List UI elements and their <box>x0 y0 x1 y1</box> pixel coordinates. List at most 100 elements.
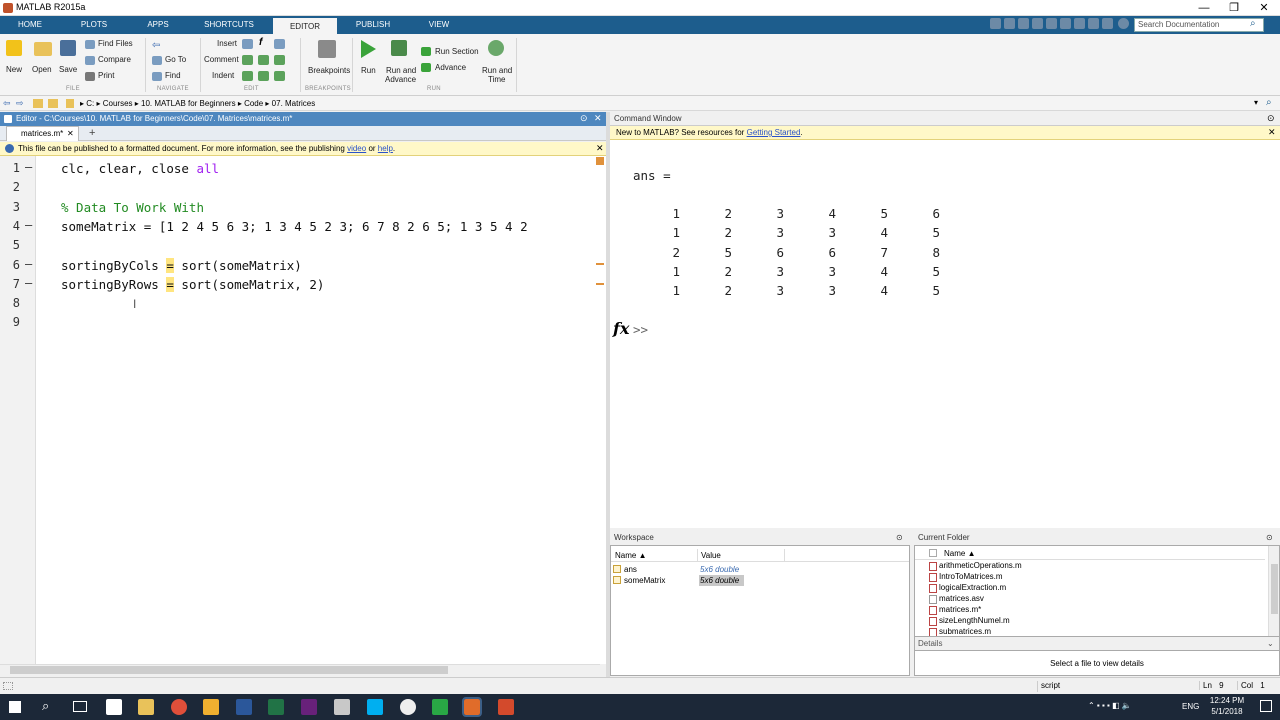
matlab-taskbar-icon[interactable] <box>462 697 482 717</box>
vertical-scrollbar[interactable] <box>1268 546 1279 636</box>
uncomment-icon[interactable] <box>258 55 269 65</box>
redo-quick-icon[interactable] <box>1074 18 1085 29</box>
workspace-col-value[interactable]: Value <box>701 551 721 560</box>
forward-icon[interactable]: ⇨ <box>16 98 24 109</box>
fx-insert-icon[interactable]: f <box>259 37 262 48</box>
close-editor-icon[interactable]: ✕ <box>594 113 602 124</box>
breakpoint-dash[interactable]: – <box>25 160 32 174</box>
new-tab-icon[interactable]: + <box>89 127 95 139</box>
command-options-icon[interactable]: ⊙ <box>1267 113 1275 124</box>
close-notice-icon[interactable]: ✕ <box>1268 127 1276 138</box>
tab-matrices[interactable]: matrices.m* ✕ <box>6 126 79 141</box>
increase-indent-icon[interactable] <box>258 71 269 81</box>
folder-options-icon[interactable]: ⊙ <box>1266 531 1273 544</box>
compare-button[interactable]: Compare <box>85 55 140 67</box>
tab-plots[interactable]: PLOTS <box>62 16 126 34</box>
workspace-options-icon[interactable]: ⊙ <box>896 531 903 544</box>
clock-date[interactable]: 5/1/2018 <box>1207 707 1247 716</box>
tab-editor[interactable]: EDITOR <box>273 16 337 34</box>
maximize-button[interactable]: ❐ <box>1220 0 1248 16</box>
close-notice-icon[interactable]: ✕ <box>596 143 604 154</box>
tab-apps[interactable]: APPS <box>132 16 184 34</box>
command-prompt[interactable]: >> <box>633 322 648 337</box>
language-indicator[interactable]: ENG <box>1182 702 1199 711</box>
community-icon[interactable] <box>1102 18 1113 29</box>
new-button[interactable]: New <box>4 38 24 74</box>
scrollbar-thumb[interactable] <box>1271 564 1278 614</box>
chrome-icon[interactable] <box>171 699 187 715</box>
search-folder-icon[interactable]: ⌕ <box>1266 97 1272 108</box>
run-section-button[interactable]: Run Section <box>421 46 481 58</box>
back-icon[interactable]: ⇦ <box>3 98 11 109</box>
list-item[interactable]: logicalExtraction.m <box>915 583 1265 594</box>
decrease-indent-icon[interactable] <box>274 71 285 81</box>
find-files-button[interactable]: Find Files <box>85 39 140 51</box>
back-arrow-icon[interactable]: ⇦ <box>152 40 162 51</box>
windows-start-icon[interactable] <box>9 701 21 713</box>
visual-studio-icon[interactable] <box>301 699 317 715</box>
run-and-time-button[interactable]: Run and Time <box>480 38 512 84</box>
search-documentation-input[interactable]: Search Documentation <box>1134 18 1264 32</box>
help-link[interactable]: help <box>378 144 393 153</box>
code-analyzer-indicator[interactable] <box>596 157 604 165</box>
table-row[interactable]: ans 5x6 double <box>611 564 909 575</box>
breakpoints-button[interactable]: Breakpoints <box>306 38 350 82</box>
editor-options-icon[interactable]: ⊙ <box>580 113 588 124</box>
list-item[interactable]: matrices.m* <box>915 605 1265 616</box>
mail-icon[interactable] <box>106 699 122 715</box>
minimize-button[interactable]: — <box>1190 0 1218 16</box>
address-dropdown-icon[interactable]: ▾ <box>1254 98 1258 107</box>
clock-time[interactable]: 12:24 PM <box>1207 696 1247 705</box>
run-and-advance-button[interactable]: Run and Advance <box>384 38 416 84</box>
word-icon[interactable] <box>236 699 252 715</box>
browse-folder-icon[interactable] <box>48 99 58 108</box>
workspace-col-name[interactable]: Name ▲ <box>615 551 646 560</box>
save-quick-icon[interactable] <box>1004 18 1015 29</box>
notifications-icon[interactable] <box>1260 700 1272 712</box>
comment-icon[interactable] <box>242 55 253 65</box>
camtasia-icon[interactable] <box>432 699 448 715</box>
run-button[interactable]: Run <box>358 38 380 82</box>
tab-home[interactable]: HOME <box>8 16 52 34</box>
app-icon[interactable] <box>334 699 350 715</box>
go-to-button[interactable]: Go To <box>152 55 202 67</box>
skype-icon[interactable] <box>367 699 383 715</box>
insert-section-icon[interactable] <box>242 39 253 49</box>
obs-icon[interactable] <box>400 699 416 715</box>
cut-quick-icon[interactable] <box>1018 18 1029 29</box>
excel-icon[interactable] <box>268 699 284 715</box>
paste-quick-icon[interactable] <box>1046 18 1057 29</box>
file-explorer-icon[interactable] <box>138 699 154 715</box>
advance-button[interactable]: Advance <box>421 62 473 74</box>
close-tab-icon[interactable]: ✕ <box>67 127 74 141</box>
video-link[interactable]: video <box>347 144 366 153</box>
help-icon[interactable] <box>1118 18 1129 29</box>
switch-windows-icon[interactable] <box>1088 18 1099 29</box>
print-button[interactable]: Print <box>85 71 140 83</box>
scrollbar-thumb[interactable] <box>10 666 448 674</box>
search-icon[interactable]: ⌕ <box>42 698 49 714</box>
list-item[interactable]: submatrices.m <box>915 627 1265 636</box>
details-header[interactable]: Details ⌄ <box>914 637 1280 650</box>
breadcrumb-matrices[interactable]: 07. Matrices <box>272 99 316 108</box>
chevron-down-icon[interactable]: ⌄ <box>1267 637 1274 650</box>
command-window[interactable] <box>610 140 1280 528</box>
smart-indent-icon[interactable] <box>242 71 253 81</box>
app-icon[interactable] <box>498 699 514 715</box>
breakpoint-dash[interactable]: – <box>25 257 32 271</box>
quick-access-icon[interactable] <box>990 18 1001 29</box>
list-item[interactable]: IntroToMatrices.m <box>915 572 1265 583</box>
insert-menu-icon[interactable] <box>274 39 285 49</box>
close-window-button[interactable]: ✕ <box>1250 0 1278 16</box>
tab-shortcuts[interactable]: SHORTCUTS <box>196 16 262 34</box>
breadcrumb-drive[interactable]: C: <box>86 99 94 108</box>
warning-marker[interactable] <box>596 263 604 265</box>
task-view-icon[interactable] <box>73 701 87 712</box>
breakpoint-dash[interactable]: – <box>25 218 32 232</box>
list-item[interactable]: arithmeticOperations.m <box>915 561 1265 572</box>
open-button[interactable]: Open <box>32 38 54 74</box>
breadcrumb-code[interactable]: Code <box>244 99 263 108</box>
search-icon[interactable]: ⌕ <box>1250 18 1256 29</box>
list-item[interactable]: sizeLengthNumel.m <box>915 616 1265 627</box>
app-icon[interactable] <box>203 699 219 715</box>
